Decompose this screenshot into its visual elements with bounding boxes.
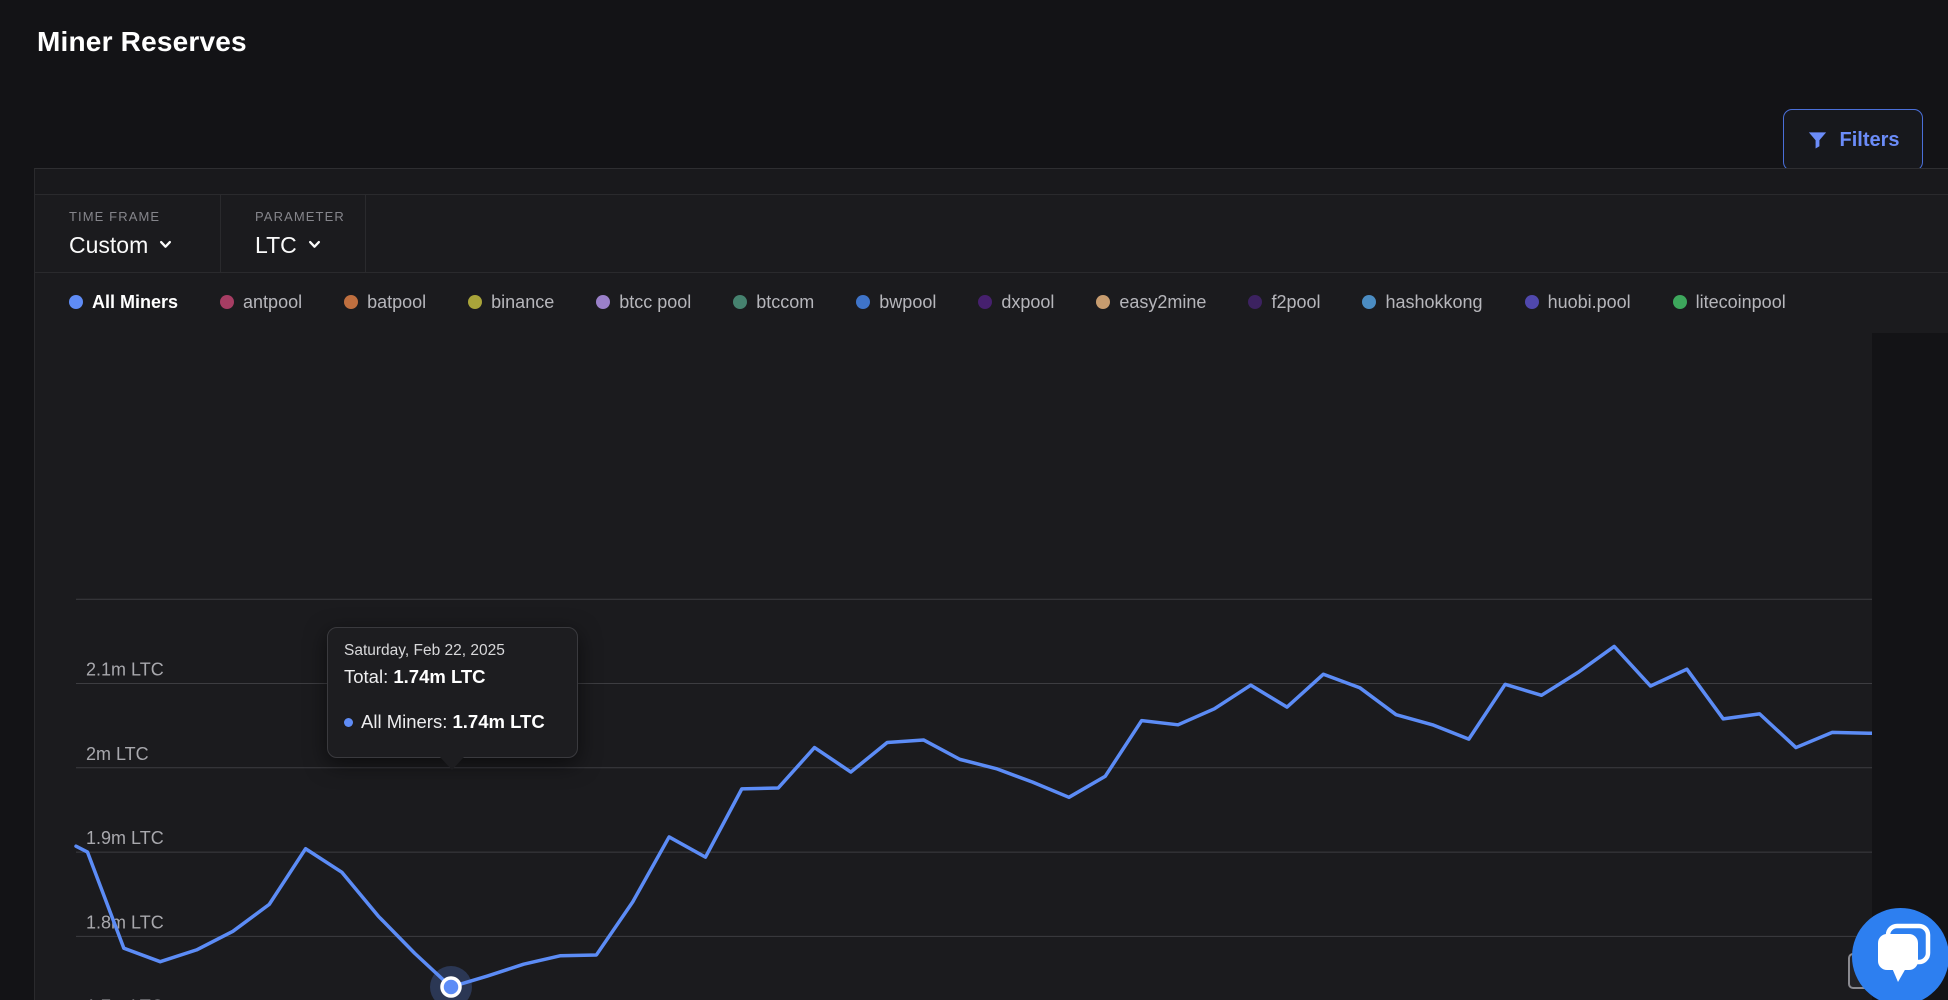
parameter-label: PARAMETER bbox=[255, 209, 365, 224]
time-frame-label: TIME FRAME bbox=[69, 209, 220, 224]
chevron-down-icon bbox=[306, 232, 323, 259]
legend-item-f2pool[interactable]: f2pool bbox=[1248, 292, 1320, 313]
legend-dot-icon bbox=[468, 295, 482, 309]
time-frame-dropdown[interactable]: TIME FRAME Custom bbox=[35, 195, 221, 272]
controls-spacer bbox=[366, 195, 1948, 272]
legend-item-hashokkong[interactable]: hashokkong bbox=[1362, 292, 1482, 313]
legend-item-huobi-pool[interactable]: huobi.pool bbox=[1525, 292, 1631, 313]
filters-button-label: Filters bbox=[1839, 129, 1899, 152]
legend-item-label: binance bbox=[491, 292, 554, 313]
legend-item-label: btcc pool bbox=[619, 292, 691, 313]
hovered-point-marker[interactable] bbox=[442, 978, 460, 996]
legend-item-dxpool[interactable]: dxpool bbox=[978, 292, 1054, 313]
legend-item-litecoinpool[interactable]: litecoinpool bbox=[1673, 292, 1786, 313]
miner-reserves-chart[interactable]: 2.1m LTC2m LTC1.9m LTC1.8m LTC1.7m LTC1.… bbox=[1, 333, 1948, 1000]
panel-header-strip bbox=[35, 169, 1948, 195]
tooltip-series-row: All Miners: 1.74m LTC bbox=[344, 711, 561, 733]
legend-dot-icon bbox=[344, 295, 358, 309]
legend-item-antpool[interactable]: antpool bbox=[220, 292, 302, 313]
parameter-dropdown[interactable]: PARAMETER LTC bbox=[221, 195, 366, 272]
legend-dot-icon bbox=[1362, 295, 1376, 309]
legend-item-label: dxpool bbox=[1001, 292, 1054, 313]
legend-dot-icon bbox=[856, 295, 870, 309]
tooltip-total: Total: 1.74m LTC bbox=[344, 666, 561, 688]
funnel-icon bbox=[1806, 129, 1829, 152]
series-dot-icon bbox=[344, 718, 353, 727]
chart-panel: TIME FRAME Custom PARAMETER LTC bbox=[34, 168, 1948, 1000]
legend-item-label: btccom bbox=[756, 292, 814, 313]
legend-dot-icon bbox=[1673, 295, 1687, 309]
legend-item-label: litecoinpool bbox=[1696, 292, 1786, 313]
controls-row: TIME FRAME Custom PARAMETER LTC bbox=[35, 195, 1948, 273]
legend-dot-icon bbox=[69, 295, 83, 309]
legend-item-btccom[interactable]: btccom bbox=[733, 292, 814, 313]
legend-item-easy2mine[interactable]: easy2mine bbox=[1096, 292, 1206, 313]
y-axis-label: 1.9m LTC bbox=[86, 828, 164, 848]
chevron-down-icon bbox=[157, 232, 174, 259]
legend-item-label: All Miners bbox=[92, 292, 178, 313]
chart-right-margin bbox=[1872, 333, 1948, 1000]
legend-item-label: hashokkong bbox=[1385, 292, 1482, 313]
chat-launcher-button[interactable] bbox=[1852, 908, 1948, 1000]
legend-dot-icon bbox=[1248, 295, 1262, 309]
filters-button[interactable]: Filters bbox=[1783, 109, 1923, 171]
parameter-value: LTC bbox=[255, 232, 297, 259]
legend-item-label: f2pool bbox=[1271, 292, 1320, 313]
page-title: Miner Reserves bbox=[37, 26, 247, 58]
y-axis-label: 1.8m LTC bbox=[86, 912, 164, 932]
time-frame-value: Custom bbox=[69, 232, 148, 259]
legend-item-label: batpool bbox=[367, 292, 426, 313]
tooltip-date: Saturday, Feb 22, 2025 bbox=[344, 642, 561, 660]
series-legend: All Miners antpool batpool binance btcc pool… bbox=[35, 273, 1948, 331]
legend-dot-icon bbox=[978, 295, 992, 309]
legend-dot-icon bbox=[1525, 295, 1539, 309]
legend-item-btcc-pool[interactable]: btcc pool bbox=[596, 292, 691, 313]
chat-bubble-icon bbox=[1852, 906, 1948, 1000]
chart-tooltip: Saturday, Feb 22, 2025 Total: 1.74m LTC … bbox=[327, 627, 578, 758]
legend-item-binance[interactable]: binance bbox=[468, 292, 554, 313]
legend-dot-icon bbox=[596, 295, 610, 309]
legend-dot-icon bbox=[1096, 295, 1110, 309]
legend-item-all-miners[interactable]: All Miners bbox=[69, 292, 178, 313]
legend-item-label: huobi.pool bbox=[1548, 292, 1631, 313]
legend-dot-icon bbox=[733, 295, 747, 309]
legend-item-label: easy2mine bbox=[1119, 292, 1206, 313]
y-axis-label: 2.1m LTC bbox=[86, 660, 164, 680]
miner-reserves-page: Miner Reserves Filters TIME FRAME Custom… bbox=[0, 0, 1948, 1000]
legend-item-bwpool[interactable]: bwpool bbox=[856, 292, 936, 313]
legend-item-label: antpool bbox=[243, 292, 302, 313]
legend-dot-icon bbox=[220, 295, 234, 309]
y-axis-label: 2m LTC bbox=[86, 744, 149, 764]
legend-item-batpool[interactable]: batpool bbox=[344, 292, 426, 313]
tooltip-caret bbox=[440, 757, 464, 770]
legend-item-label: bwpool bbox=[879, 292, 936, 313]
